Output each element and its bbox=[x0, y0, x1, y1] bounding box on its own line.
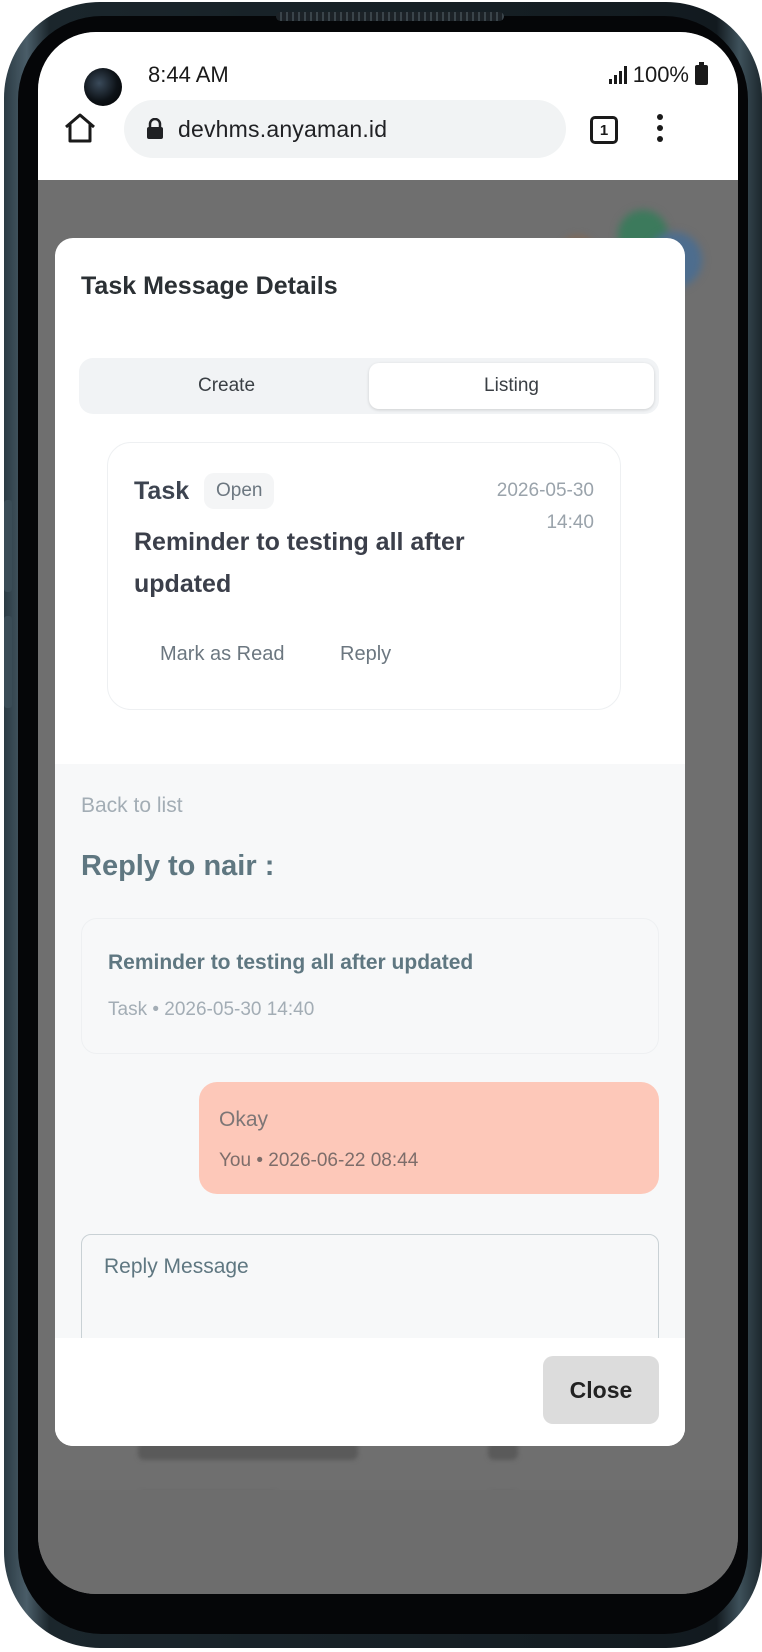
task-datetime: 2026-05-30 14:40 bbox=[484, 475, 594, 539]
modal-title: Task Message Details bbox=[81, 272, 338, 300]
original-message-meta: Task • 2026-05-30 14:40 bbox=[108, 999, 315, 1020]
earpiece-speaker bbox=[276, 12, 504, 21]
reply-heading: Reply to nair : bbox=[81, 850, 275, 882]
task-date: 2026-05-30 bbox=[496, 480, 594, 501]
bottom-bezel-shade bbox=[38, 1490, 738, 1594]
url-bar[interactable]: devhms.anyaman.id bbox=[124, 100, 566, 158]
modal-footer: Close bbox=[55, 1338, 685, 1446]
original-message-card: Reminder to testing all after updated Ta… bbox=[81, 918, 659, 1054]
lock-icon bbox=[147, 118, 163, 139]
task-message: Reminder to testing all after updated bbox=[134, 528, 465, 598]
battery-percent: 100% bbox=[632, 62, 689, 87]
tab-switcher: Create Listing bbox=[79, 358, 659, 414]
battery-icon bbox=[695, 62, 708, 85]
task-time: 14:40 bbox=[546, 512, 594, 533]
status-badge: Open bbox=[204, 473, 275, 509]
task-message-modal: Task Message Details Create Listing Task… bbox=[55, 238, 685, 1446]
volume-down-button bbox=[4, 616, 12, 708]
reply-button[interactable]: Reply bbox=[340, 643, 391, 666]
home-icon[interactable] bbox=[62, 110, 98, 146]
front-camera bbox=[84, 68, 122, 106]
url-text: devhms.anyaman.id bbox=[178, 115, 388, 142]
volume-up-button bbox=[4, 500, 12, 592]
original-message-text: Reminder to testing all after updated bbox=[108, 951, 474, 974]
more-options-icon[interactable] bbox=[656, 114, 664, 146]
reply-bubble: Okay You • 2026-06-22 08:44 bbox=[199, 1082, 659, 1194]
reply-bubble-text: Okay bbox=[219, 1108, 269, 1131]
phone-frame: 8:44 AM 100% devhms.anyaman.id 1 Task Me… bbox=[4, 2, 762, 1648]
signal-icon bbox=[608, 66, 627, 84]
status-indicators: 100% bbox=[608, 62, 708, 88]
task-card[interactable]: Task Open 2026-05-30 14:40 Reminder to t… bbox=[107, 442, 621, 710]
tab-create[interactable]: Create bbox=[84, 363, 369, 409]
browser-chrome: 8:44 AM 100% devhms.anyaman.id 1 bbox=[38, 32, 738, 180]
status-time: 8:44 AM bbox=[148, 62, 229, 87]
back-to-list-link[interactable]: Back to list bbox=[81, 794, 183, 818]
mark-as-read-button[interactable]: Mark as Read bbox=[160, 643, 285, 666]
screen: 8:44 AM 100% devhms.anyaman.id 1 Task Me… bbox=[38, 32, 738, 1594]
task-type: Task bbox=[134, 477, 190, 505]
reply-bubble-meta: You • 2026-06-22 08:44 bbox=[219, 1150, 419, 1171]
tab-switcher-icon[interactable]: 1 bbox=[590, 116, 618, 144]
close-button[interactable]: Close bbox=[543, 1356, 659, 1424]
tab-listing[interactable]: Listing bbox=[369, 363, 654, 409]
